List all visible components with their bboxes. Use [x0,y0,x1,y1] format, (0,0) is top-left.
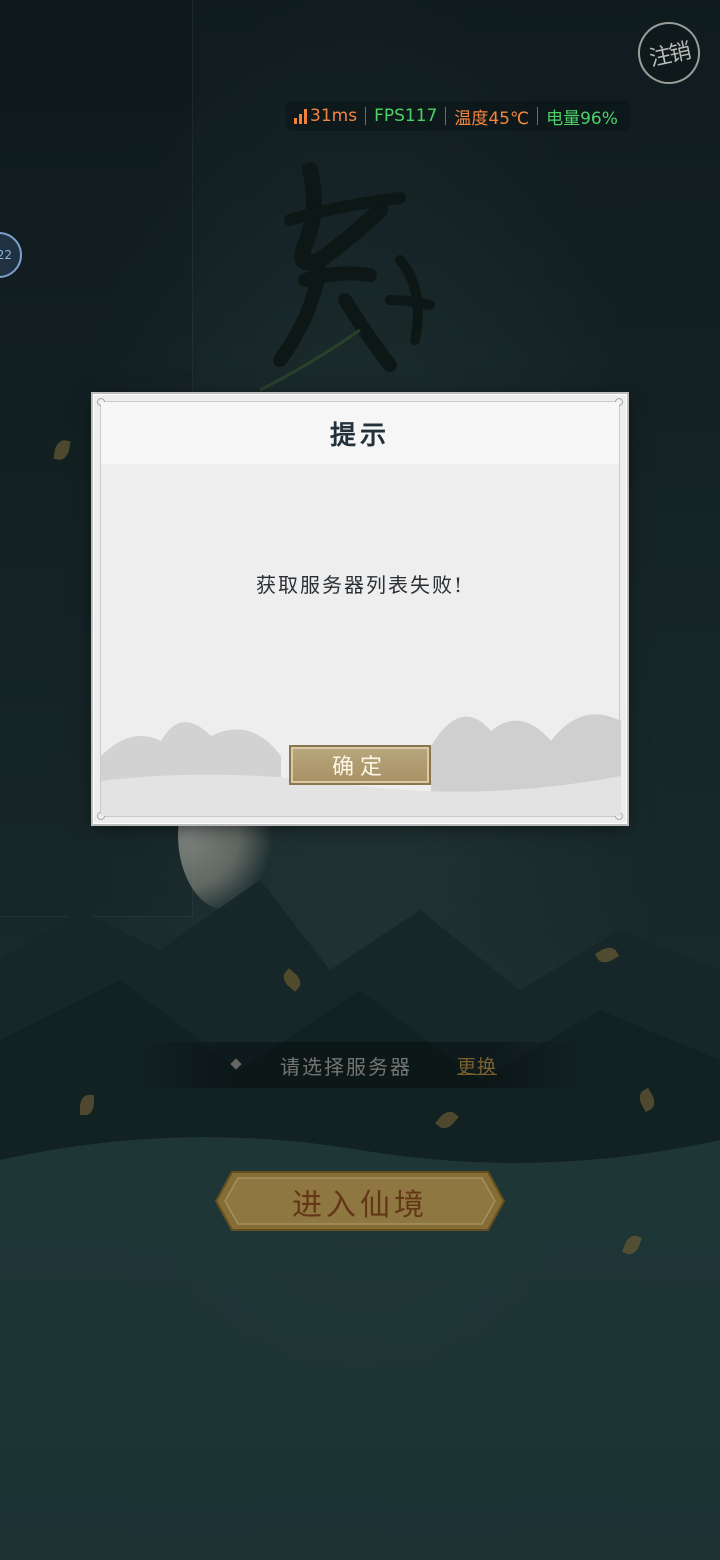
battery-value: 电量96% [546,108,618,129]
dialog-header: 提示 [101,402,619,464]
floating-assist-label: 22 [0,248,12,262]
ping-value: 31ms [310,106,358,126]
dialog-message: 获取服务器列表失败! [255,573,465,597]
performance-status-bar: 31ms FPS117 温度45℃ 电量96% [286,101,630,131]
alert-dialog: 提示 获取服务器列表失败! 确定 [93,394,627,824]
temperature-value: 温度45℃ [454,108,530,129]
signal-icon [294,108,307,124]
dialog-title: 提示 [329,420,390,451]
fps-value: FPS117 [374,106,438,126]
confirm-button[interactable]: 确定 [289,745,431,785]
